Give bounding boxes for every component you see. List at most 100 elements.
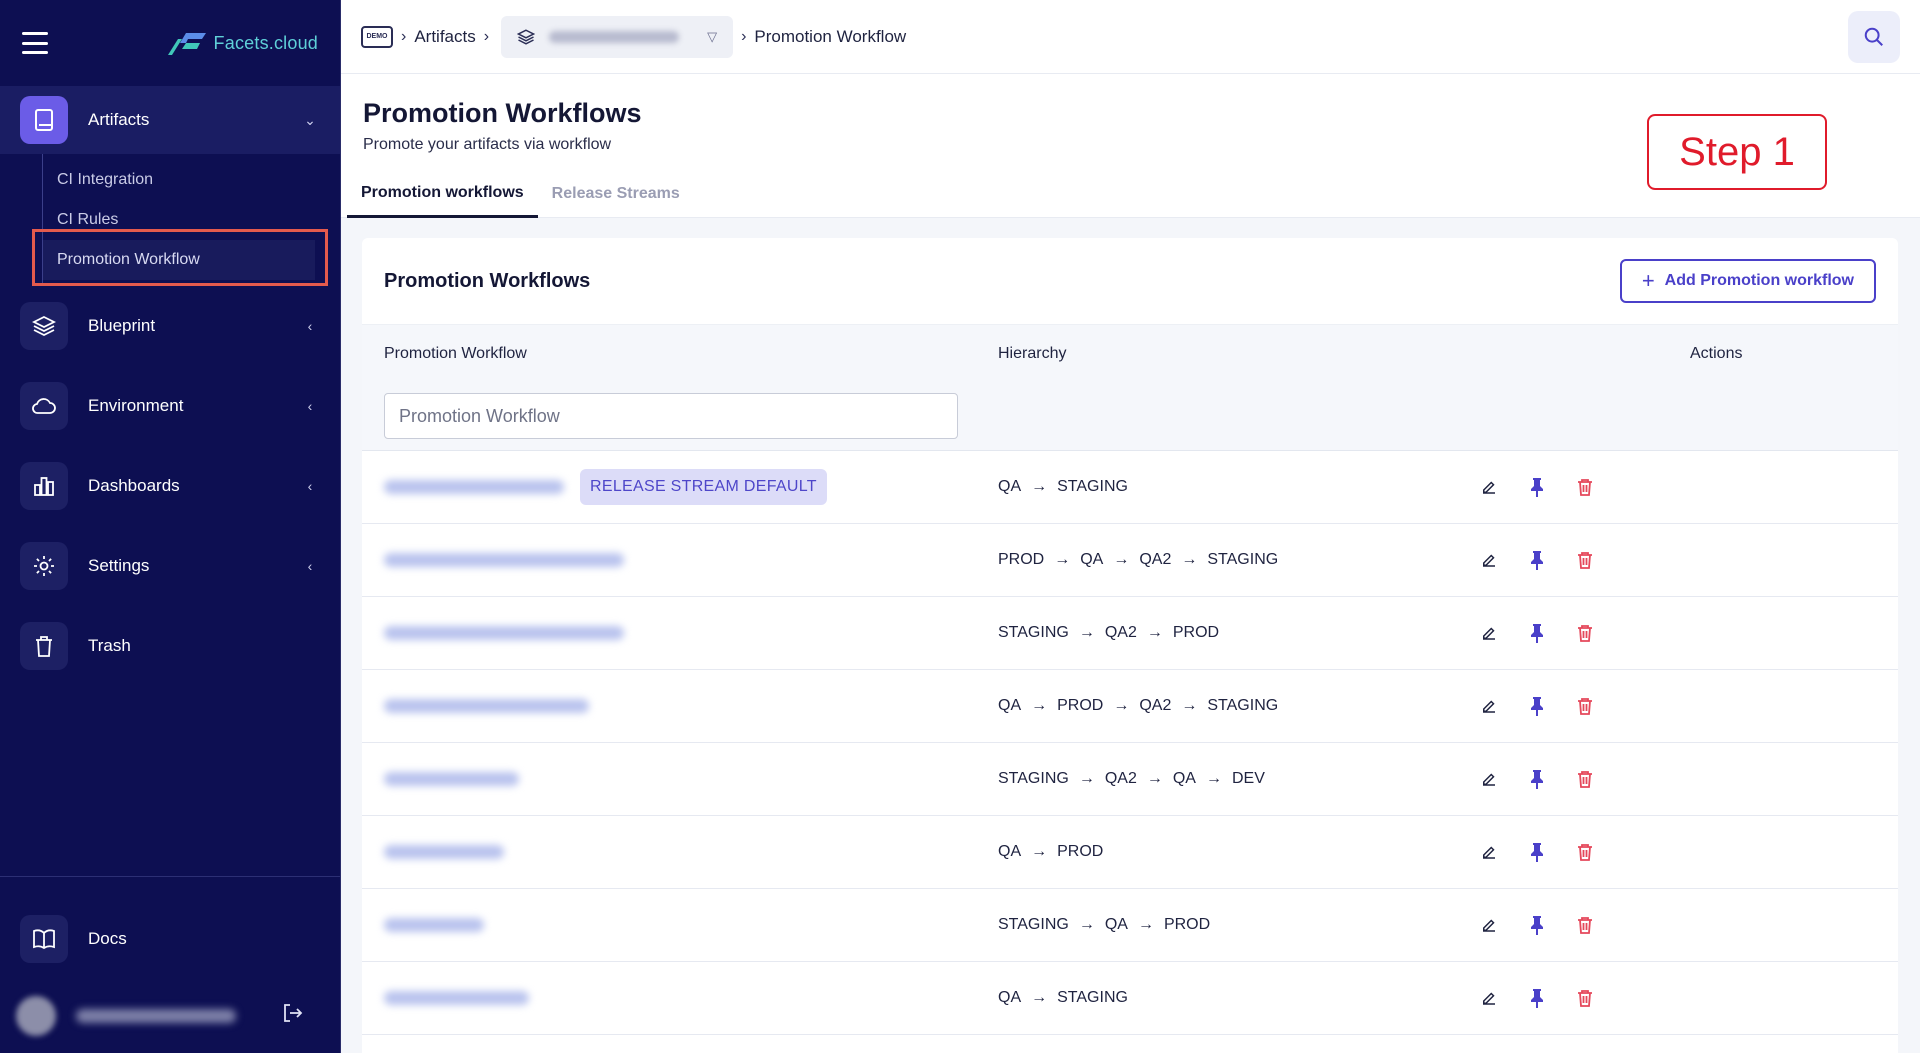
pin-icon[interactable] [1526, 914, 1548, 936]
edit-icon[interactable] [1478, 476, 1500, 498]
card-header: Promotion Workflows + Add Promotion work… [362, 238, 1898, 324]
environment-name: QA2 [1139, 551, 1172, 568]
sidebar-item-label: Blueprint [88, 316, 156, 335]
chevron-left-icon: ‹ [307, 398, 313, 414]
sidebar-item-trash[interactable]: Trash [0, 606, 340, 686]
row-actions [1478, 549, 1622, 571]
sidebar-item-docs[interactable]: Docs [0, 899, 340, 979]
sidebar-item-label: Settings [88, 556, 150, 575]
delete-icon[interactable] [1574, 549, 1596, 571]
workflow-name-redacted[interactable] [384, 845, 504, 859]
top-bar: DEMO › Artifacts › ▽ › Promotion Workflo… [341, 0, 1920, 74]
environment-name: QA [1172, 770, 1196, 787]
search-button[interactable] [1848, 11, 1900, 63]
sidebar-subitem-ci-integration[interactable]: CI Integration [43, 160, 340, 200]
environment-name: STAGING [1057, 478, 1128, 495]
delete-icon[interactable] [1574, 841, 1596, 863]
brand-logo[interactable]: Facets.cloud [166, 29, 318, 57]
pin-icon[interactable] [1526, 549, 1548, 571]
hierarchy-chain: STAGING → QA2 → PROD [998, 624, 1219, 642]
highlight-box [32, 229, 328, 286]
delete-icon[interactable] [1574, 622, 1596, 644]
arrow-right-icon: → [1031, 989, 1048, 1006]
tab-release-streams[interactable]: Release Streams [538, 170, 694, 218]
table-header: Promotion Workflow Hierarchy Actions [362, 324, 1898, 451]
row-actions [1478, 768, 1622, 790]
edit-icon[interactable] [1478, 768, 1500, 790]
sidebar-item-label: Docs [88, 929, 127, 948]
arrow-right-icon: → [1137, 916, 1154, 933]
user-profile[interactable] [0, 979, 340, 1053]
delete-icon[interactable] [1574, 695, 1596, 717]
table-row[interactable]: STAGING → QA2 → PROD [362, 597, 1898, 670]
pin-icon[interactable] [1526, 695, 1548, 717]
workflow-filter-input[interactable] [384, 393, 958, 439]
delete-icon[interactable] [1574, 768, 1596, 790]
edit-icon[interactable] [1478, 695, 1500, 717]
environment-name: QA [998, 478, 1022, 495]
row-actions [1478, 622, 1622, 644]
pin-icon[interactable] [1526, 768, 1548, 790]
project-select[interactable]: ▽ [501, 15, 734, 58]
row-actions [1478, 695, 1622, 717]
column-header-actions: Actions [1690, 345, 1743, 362]
edit-icon[interactable] [1478, 914, 1500, 936]
workflow-name-redacted[interactable] [384, 991, 529, 1005]
edit-icon[interactable] [1478, 987, 1500, 1009]
workflow-name-redacted[interactable] [384, 918, 484, 932]
table-row[interactable]: QA → STAGING [362, 962, 1898, 1035]
workflow-name-redacted[interactable] [384, 699, 589, 713]
open-book-icon [20, 915, 68, 963]
environment-name: STAGING [1207, 551, 1279, 568]
workflow-name-redacted[interactable] [384, 553, 624, 567]
sidebar: Facets.cloud Artifacts ⌄ CI Integration … [0, 0, 341, 1053]
workflow-name-redacted[interactable] [384, 772, 519, 786]
hierarchy-chain: QA → STAGING [998, 478, 1128, 496]
hierarchy-chain: STAGING → QA → PROD [998, 916, 1210, 934]
brand-name: Facets.cloud [213, 32, 318, 53]
workflow-name-redacted[interactable] [384, 626, 624, 640]
table-row[interactable]: STAGING → QA → PROD [362, 889, 1898, 962]
sidebar-item-settings[interactable]: Settings ‹ [0, 526, 340, 606]
table-row[interactable]: QA → PROD [362, 816, 1898, 889]
tab-bar: Promotion workflows Release Streams [347, 170, 694, 218]
breadcrumb-artifacts[interactable]: Artifacts [414, 27, 475, 47]
sidebar-item-dashboards[interactable]: Dashboards ‹ [0, 446, 340, 526]
layers-icon [517, 28, 536, 45]
demo-badge-icon[interactable]: DEMO [361, 25, 393, 48]
tab-promotion-workflows[interactable]: Promotion workflows [347, 170, 538, 218]
hamburger-menu-icon[interactable] [22, 32, 48, 54]
table-row[interactable]: STAGING → QA2 → QA → DEV [362, 743, 1898, 816]
hierarchy-chain: QA → PROD [998, 843, 1103, 861]
chevron-right-icon: › [401, 27, 407, 45]
arrow-right-icon: → [1146, 770, 1163, 787]
pin-icon[interactable] [1526, 841, 1548, 863]
breadcrumb-current: Promotion Workflow [754, 26, 907, 46]
hierarchy-chain: STAGING → QA2 → QA → DEV [998, 770, 1265, 788]
edit-icon[interactable] [1478, 549, 1500, 571]
arrow-right-icon: → [1078, 916, 1095, 933]
environment-name: STAGING [1207, 697, 1279, 714]
table-row[interactable]: PROD → QA → QA2 → STAGING [362, 524, 1898, 597]
table-row[interactable]: RELEASE STREAM DEFAULT QA → STAGING [362, 451, 1898, 524]
delete-icon[interactable] [1574, 914, 1596, 936]
environment-name: QA [1104, 916, 1128, 933]
delete-icon[interactable] [1574, 987, 1596, 1009]
pin-icon[interactable] [1526, 987, 1548, 1009]
delete-icon[interactable] [1574, 476, 1596, 498]
arrow-right-icon: → [1146, 624, 1163, 641]
edit-icon[interactable] [1478, 622, 1500, 644]
sidebar-item-label: Environment [88, 396, 184, 415]
table-row[interactable]: QA → PROD → QA2 → STAGING [362, 670, 1898, 743]
book-icon [20, 96, 68, 144]
logout-icon[interactable] [280, 1001, 304, 1031]
add-promotion-workflow-button[interactable]: + Add Promotion workflow [1619, 259, 1876, 303]
pin-icon[interactable] [1526, 476, 1548, 498]
sidebar-item-artifacts[interactable]: Artifacts ⌄ [0, 86, 340, 154]
edit-icon[interactable] [1478, 841, 1500, 863]
workflow-name-redacted[interactable] [384, 480, 564, 494]
sidebar-item-blueprint[interactable]: Blueprint ‹ [0, 286, 340, 366]
sidebar-item-environment[interactable]: Environment ‹ [0, 366, 340, 446]
pin-icon[interactable] [1526, 622, 1548, 644]
arrow-right-icon: → [1078, 770, 1095, 787]
